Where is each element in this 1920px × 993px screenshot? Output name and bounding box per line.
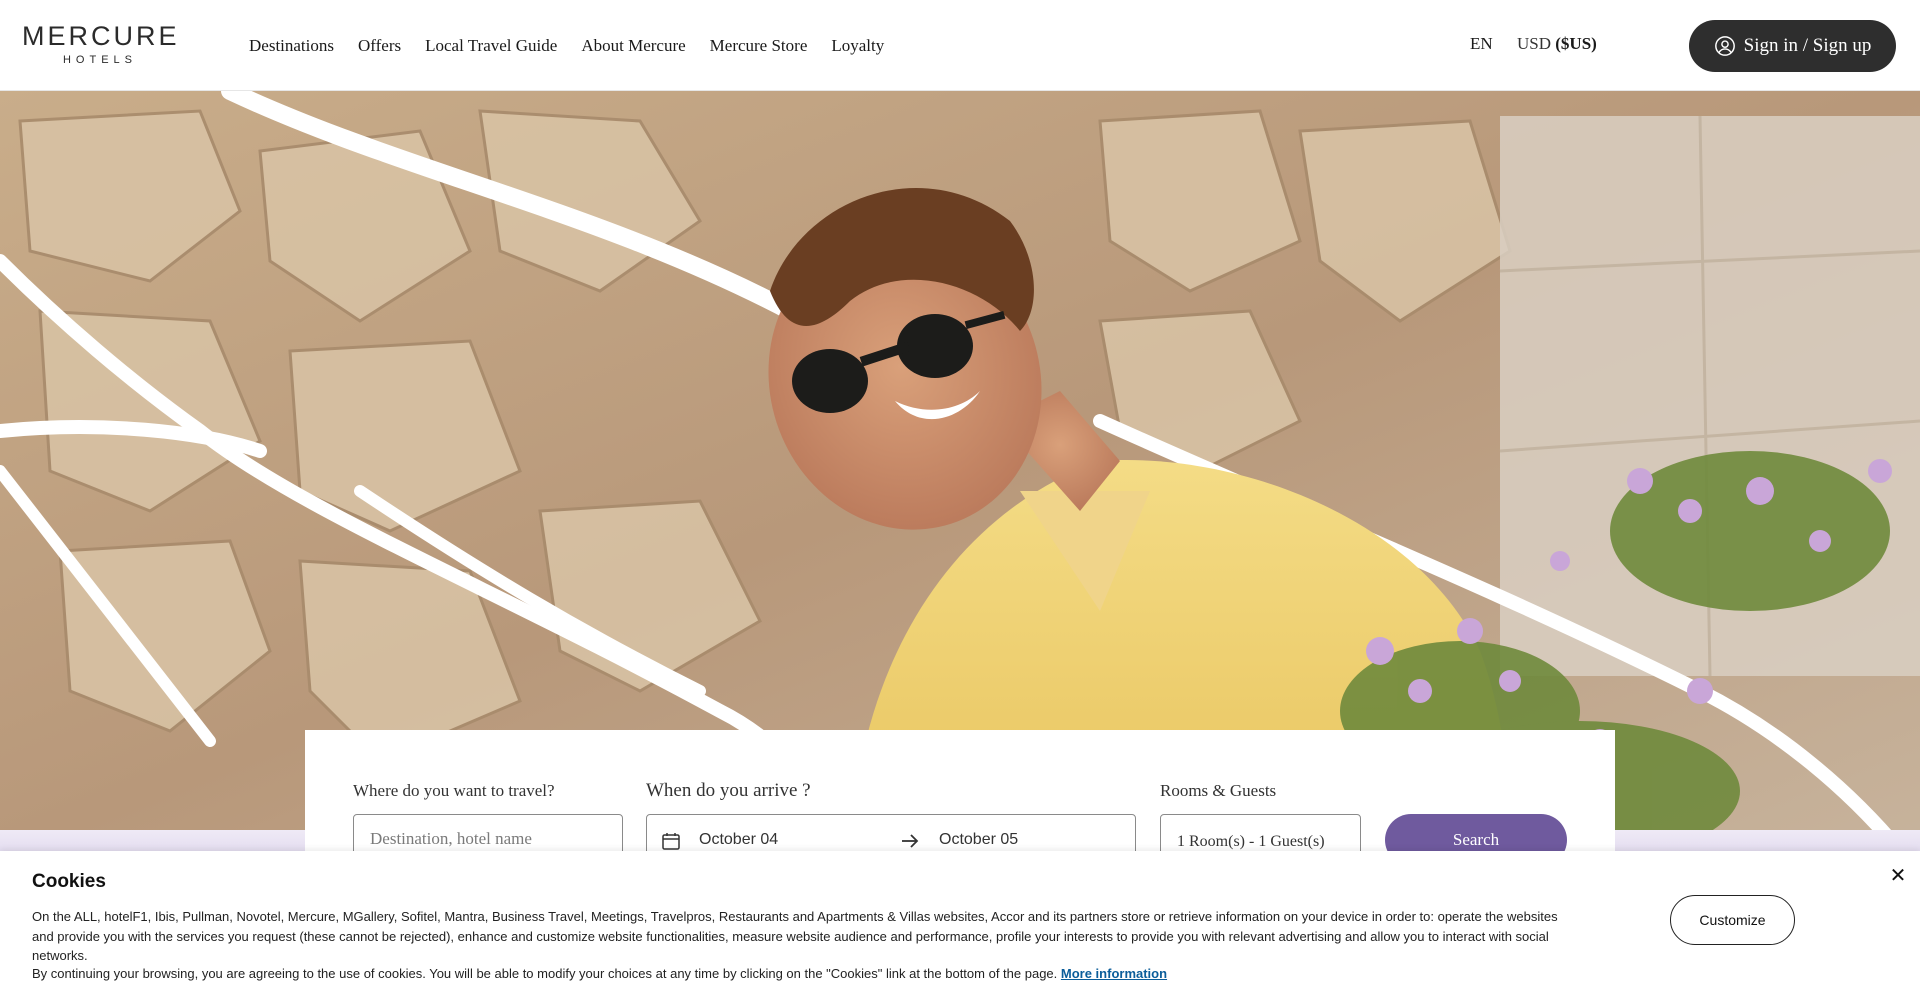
destination-label: Where do you want to travel?	[353, 781, 555, 800]
signin-label: Sign in / Sign up	[1743, 35, 1872, 56]
cookie-banner: Cookies ✕ On the ALL, hotelF1, Ibis, Pul…	[0, 851, 1920, 993]
nav-about-mercure[interactable]: About Mercure	[581, 36, 685, 56]
nav-offers[interactable]: Offers	[358, 36, 401, 56]
language-selector[interactable]: EN	[1470, 34, 1493, 54]
arrow-right-icon	[902, 834, 919, 848]
currency-selector[interactable]: USD ($US)	[1517, 34, 1597, 54]
main-nav: Destinations Offers Local Travel Guide A…	[249, 0, 884, 91]
logo-subtitle: HOTELS	[62, 54, 137, 66]
site-header: MERCURE HOTELS Destinations Offers Local…	[0, 0, 1920, 91]
cookie-title: Cookies	[32, 871, 106, 892]
more-information-link[interactable]: More information	[1061, 966, 1167, 981]
logo-wordmark: MERCURE	[22, 21, 180, 51]
calendar-icon	[662, 833, 680, 850]
nav-mercure-store[interactable]: Mercure Store	[710, 36, 808, 56]
check-in-date[interactable]: October 04	[699, 831, 778, 849]
rooms-guests-value: 1 Room(s) - 1 Guest(s)	[1177, 833, 1325, 850]
check-out-date[interactable]: October 05	[939, 831, 1018, 849]
cookie-consent-text: By continuing your browsing, you are agr…	[32, 966, 1058, 981]
arrival-label: When do you arrive ?	[646, 780, 811, 801]
nav-local-travel-guide[interactable]: Local Travel Guide	[425, 36, 557, 56]
rooms-guests-label: Rooms & Guests	[1160, 781, 1277, 800]
mercure-logo[interactable]: MERCURE HOTELS	[22, 22, 178, 66]
customize-button[interactable]: Customize	[1670, 895, 1795, 945]
currency-code: USD	[1517, 34, 1552, 53]
cookie-consent-note: By continuing your browsing, you are agr…	[32, 964, 1572, 983]
cookie-description: On the ALL, hotelF1, Ibis, Pullman, Novo…	[32, 909, 1558, 963]
nav-destinations[interactable]: Destinations	[249, 36, 334, 56]
close-icon[interactable]: ✕	[1886, 863, 1910, 887]
user-circle-icon	[1714, 36, 1735, 56]
signin-button[interactable]: Sign in / Sign up	[1689, 20, 1896, 72]
nav-loyalty[interactable]: Loyalty	[831, 36, 884, 56]
currency-symbol: ($US)	[1555, 34, 1597, 53]
